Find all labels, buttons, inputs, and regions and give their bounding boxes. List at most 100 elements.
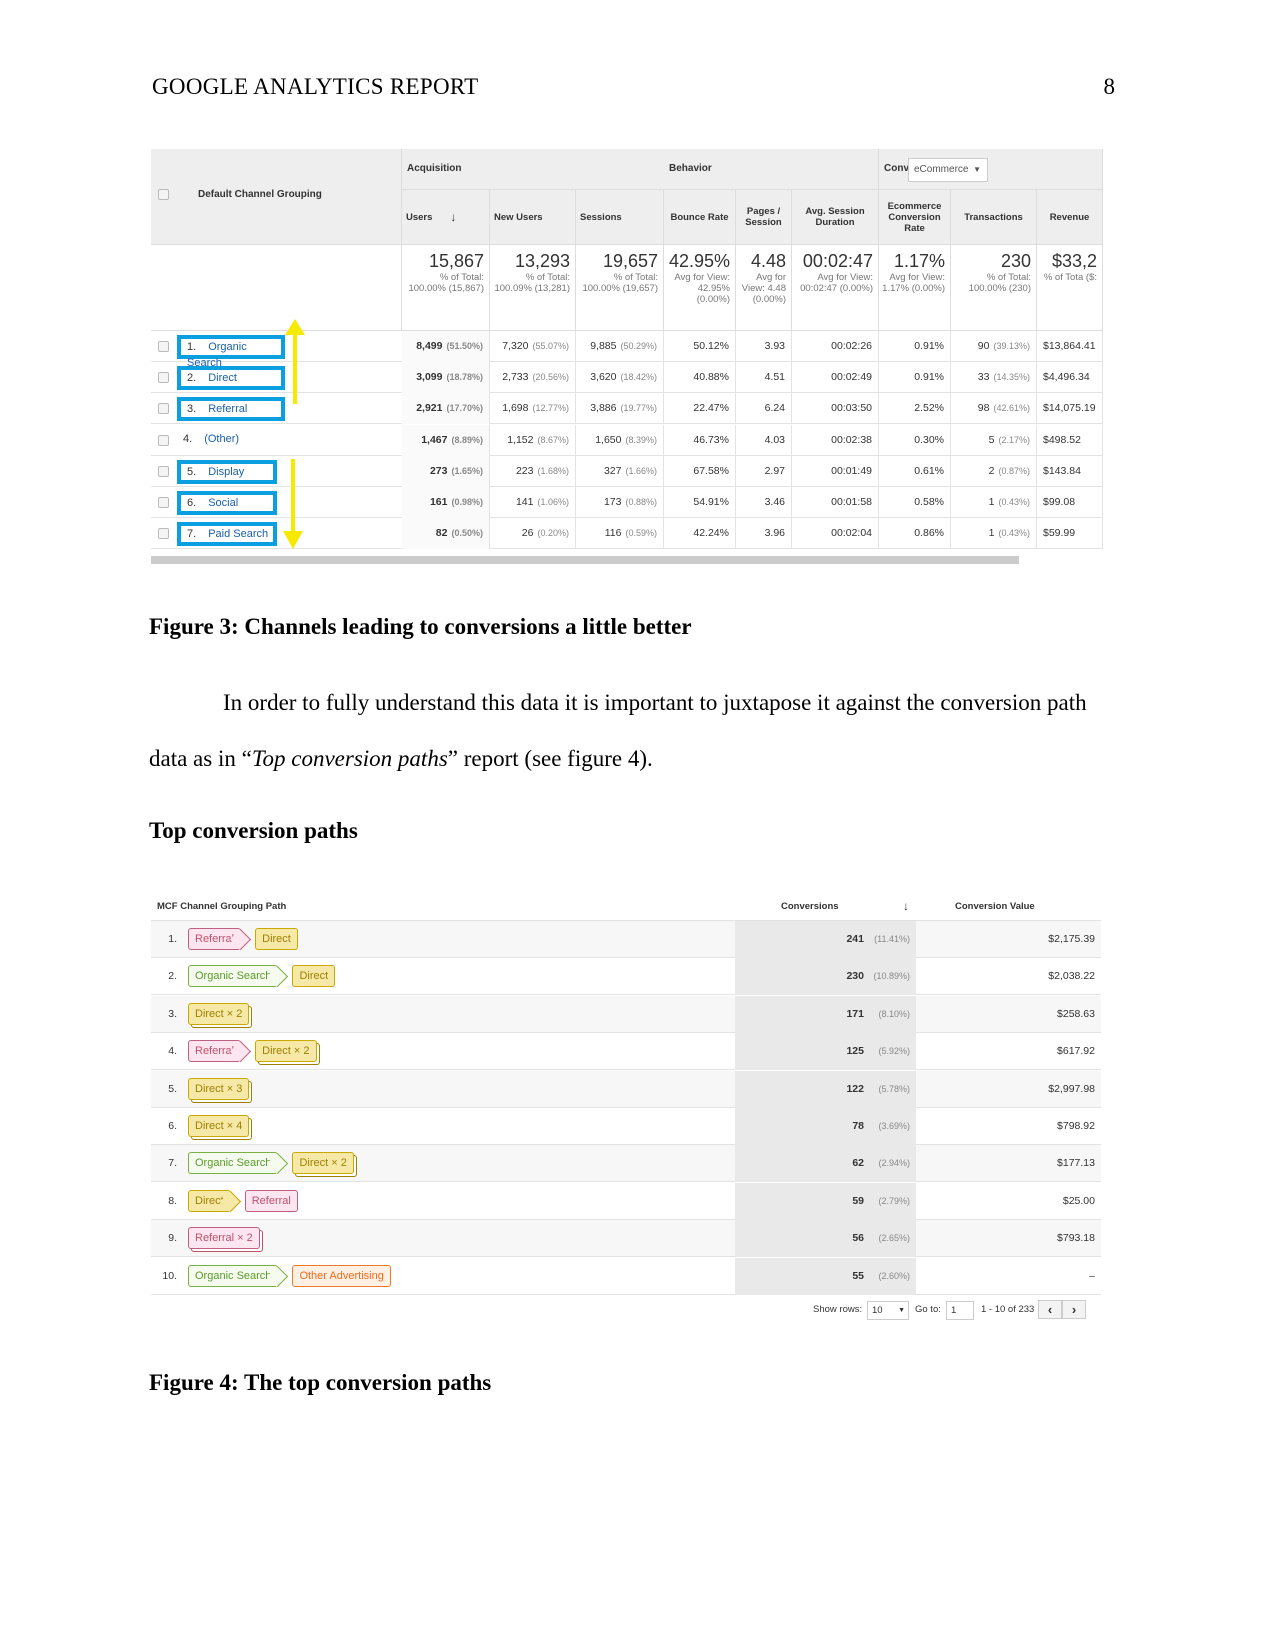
total-subtext: % of Total: 100.00% (230) — [968, 272, 1031, 294]
dimension-header: Default Channel Grouping — [176, 149, 402, 245]
channel-link[interactable]: 3. Referral — [177, 397, 285, 422]
select-all-checkbox[interactable] — [158, 189, 169, 200]
total-subtext: Avg for View: 4.48 (0.00%) — [741, 272, 786, 305]
column-header[interactable]: Ecommerce Conversion Rate — [879, 190, 951, 245]
column-header-label: Transactions — [964, 211, 1023, 223]
path-row: 4. Referral Direct × 2 125 (5.92%) $617.92 — [151, 1033, 1101, 1071]
conversions-value: 59 — [852, 1194, 864, 1207]
show-rows-select[interactable]: 10 ▼ — [867, 1301, 909, 1320]
metric-cell: 2,921 (17.70%) — [402, 393, 490, 425]
metric-cell: 116 (0.59%) — [576, 518, 664, 550]
metric-value: 3.93 — [764, 340, 785, 352]
total-subtext: Avg for View: 00:02:47 (0.00%) — [800, 272, 873, 294]
row-checkbox[interactable] — [158, 403, 169, 415]
conversions-select[interactable]: eCommerce ▼ — [908, 158, 988, 182]
metric-percent: (20.56%) — [532, 372, 569, 383]
row-checkbox[interactable] — [158, 497, 169, 508]
conversions-value: 62 — [852, 1157, 864, 1170]
up-arrowhead-icon — [285, 319, 305, 335]
column-header[interactable]: Bounce Rate — [664, 190, 736, 245]
metric-cell: 54.91% — [664, 487, 736, 518]
channel-name[interactable]: (Other) — [204, 433, 239, 445]
channel-chip: Referral × 2 — [188, 1227, 260, 1250]
path-chips: Organic Search Direct — [188, 965, 344, 988]
metric-cell: 0.91% — [879, 362, 951, 394]
metric-value: 2.97 — [764, 464, 785, 477]
metric-percent: (0.87%) — [998, 465, 1030, 476]
metric-percent: (51.50%) — [446, 341, 483, 351]
column-header[interactable]: Revenue — [1037, 190, 1103, 245]
goto-input[interactable]: 1 — [946, 1301, 974, 1320]
metric-cell: 273 (1.65%) — [402, 455, 490, 487]
row-checkbox[interactable] — [158, 341, 169, 352]
row-checkbox[interactable] — [158, 465, 169, 477]
conversions-percent: (10.89%) — [873, 971, 910, 982]
metric-value: $59.99 — [1043, 527, 1076, 540]
metric-value: 3.96 — [764, 527, 785, 540]
row-checkbox[interactable] — [158, 434, 169, 446]
column-header[interactable]: Users ↓ — [402, 190, 490, 245]
conversions-cell: 230 (10.89%) — [735, 958, 916, 996]
conversion-value-cell: – — [1089, 1269, 1095, 1282]
metric-cell: 2.97 — [736, 455, 792, 487]
column-header[interactable]: Pages / Session — [736, 190, 792, 245]
row-number: 7. — [187, 528, 197, 541]
metric-cell: 1,698 (12.77%) — [490, 393, 576, 425]
column-header[interactable]: Sessions — [576, 190, 664, 245]
metric-percent: (0.59%) — [625, 528, 657, 539]
metric-percent: (1.06%) — [537, 497, 569, 507]
metric-cell: 0.30% — [879, 424, 951, 456]
sort-arrow-icon[interactable]: ↓ — [903, 892, 909, 921]
column-header[interactable]: New Users — [490, 190, 576, 245]
metric-value: 42.24% — [693, 527, 729, 540]
channel-name[interactable]: Display — [208, 466, 244, 478]
channel-name[interactable]: Referral — [208, 403, 247, 415]
column-header-label: Ecommerce Conversion Rate — [887, 200, 942, 234]
metric-value: 141 — [515, 496, 534, 508]
conversions-percent: (5.92%) — [878, 1046, 910, 1057]
metric-cell: 46.73% — [664, 424, 736, 456]
total-value: 15,867 — [428, 251, 484, 271]
metric-cell: 50.12% — [664, 331, 736, 362]
metric-value: 8,499 — [416, 340, 443, 352]
path-row: 8. Direct Referral 59 (2.79%) $25.00 — [151, 1182, 1101, 1220]
metric-value: 54.91% — [693, 496, 729, 508]
metric-percent: (50.29%) — [620, 341, 657, 351]
total-subtext: % of Total: 100.00% (15,867) — [408, 272, 484, 294]
metric-percent: (14.35%) — [993, 372, 1030, 383]
metric-value: 00:02:38 — [831, 433, 872, 446]
prev-page-button[interactable]: ‹ — [1038, 1300, 1062, 1319]
horizontal-scrollbar[interactable] — [151, 556, 1019, 564]
next-page-button[interactable]: › — [1062, 1300, 1086, 1319]
conversions-cell: 171 (8.10%) — [735, 995, 916, 1033]
path-row: 3. Direct × 2 171 (8.10%) $258.63 — [151, 995, 1101, 1033]
totals-cell: 13,293% of Total: 100.09% (13,281) — [490, 245, 576, 331]
column-header[interactable]: Avg. Session Duration — [792, 190, 879, 245]
row-checkbox[interactable] — [158, 372, 169, 384]
conversions-value: 241 — [846, 933, 864, 945]
metric-cell: 40.88% — [664, 362, 736, 394]
channel-link[interactable]: 1. Organic Search — [177, 335, 285, 369]
channel-name[interactable]: Direct — [208, 372, 237, 384]
metric-percent: (55.07%) — [532, 341, 569, 351]
totals-cell: 19,657% of Total: 100.00% (19,657) — [576, 245, 664, 331]
row-checkbox[interactable] — [158, 528, 169, 540]
metric-percent: (42.61%) — [993, 403, 1030, 414]
path-chips: Direct Referral — [188, 1189, 307, 1212]
channel-link[interactable]: 5. Display — [177, 459, 277, 484]
metric-cell: 2 (0.87%) — [951, 455, 1037, 487]
channel-link[interactable]: 2. Direct — [177, 366, 285, 391]
row-number: 2. — [187, 372, 197, 385]
conversion-value-header[interactable]: Conversion Value — [955, 892, 1035, 921]
channel-link[interactable]: 6. Social — [177, 491, 277, 515]
channel-name[interactable]: Paid Search — [208, 528, 268, 540]
path-row: 1. Referral Direct 241 (11.41%) $2,175.39 — [151, 921, 1101, 958]
column-header[interactable]: Transactions — [951, 190, 1037, 245]
conversions-header[interactable]: Conversions — [781, 892, 839, 921]
metric-value: 2 — [988, 464, 995, 477]
channel-link[interactable]: 7. Paid Search — [177, 522, 277, 547]
channel-name[interactable]: Social — [208, 497, 238, 509]
path-chips: Direct × 4 — [188, 1115, 258, 1137]
channel-link[interactable]: 4. (Other) — [177, 429, 285, 453]
conversion-value-cell: $2,997.98 — [1048, 1082, 1095, 1095]
